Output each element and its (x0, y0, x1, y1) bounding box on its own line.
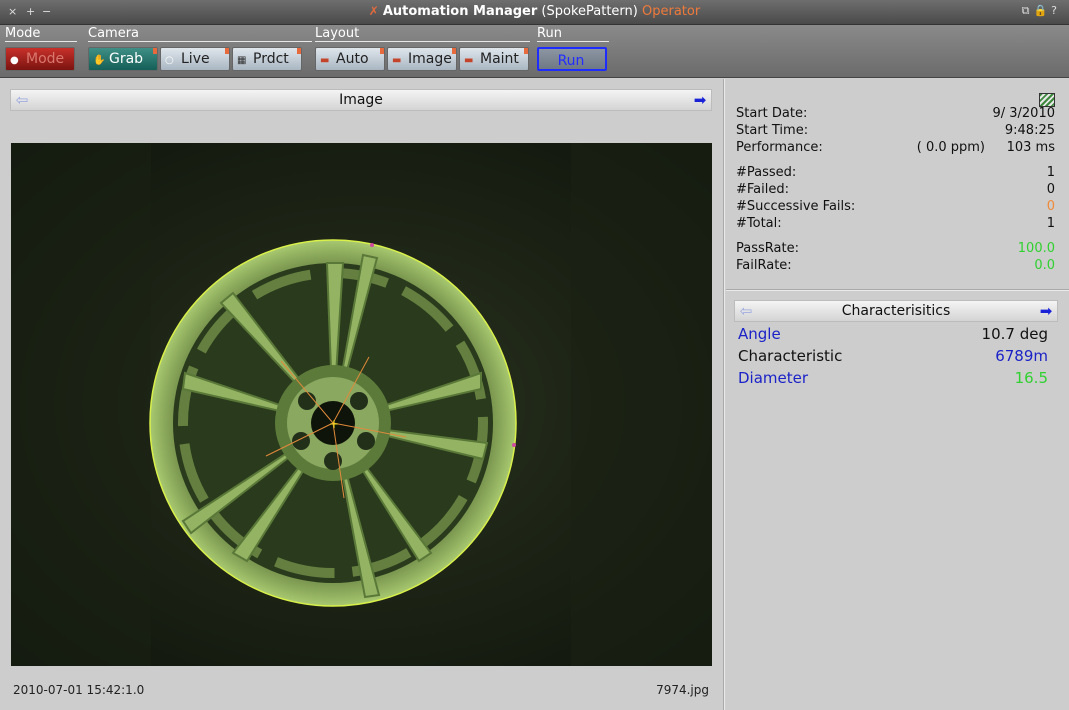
passed-label: #Passed: (736, 165, 797, 180)
start-date-value: 9/ 3/2010 (992, 106, 1055, 121)
arrow-left-icon[interactable]: ⇦ (737, 302, 755, 320)
window-title: ✗ Automation Manager (SpokePattern) Opera… (0, 4, 1069, 19)
performance-ppm: ( 0.0 ppm) (916, 140, 985, 155)
characteristic-row-characteristic[interactable]: Characteristic 6789m (738, 347, 1048, 367)
failrate-value: 0.0 (1034, 258, 1055, 273)
total-value: 1 (1046, 216, 1055, 231)
run-group-label: Run (537, 26, 609, 42)
wheel-image: + (11, 143, 712, 666)
center-marker: + (329, 417, 339, 431)
failrate-label: FailRate: (736, 258, 792, 273)
image-layout-button[interactable]: ▬ Image (387, 47, 457, 71)
camera-image[interactable]: + (11, 143, 712, 666)
successive-fails-value: 0 (1046, 199, 1055, 214)
layout-icon: ▬ (464, 55, 474, 66)
arrow-left-icon[interactable]: ⇦ (13, 91, 31, 109)
start-date-label: Start Date: (736, 106, 808, 121)
passrate-value: 100.0 (1017, 241, 1055, 256)
layout-group: Layout ▬ Auto ▬ Image ▬ Maint (310, 25, 530, 78)
record-icon: ● (10, 55, 19, 66)
maint-layout-button[interactable]: ▬ Maint (459, 47, 529, 71)
arrow-right-icon[interactable]: ➡ (691, 91, 709, 109)
vertical-splitter[interactable] (723, 79, 725, 710)
mode-group: Mode ● Mode (0, 25, 80, 78)
characteristic-value: 6789m (995, 347, 1048, 365)
title-bar: × + − ✗ Automation Manager (SpokePattern)… (0, 0, 1069, 25)
passed-value: 1 (1046, 165, 1055, 180)
diameter-label: Diameter (738, 369, 809, 387)
title-app-name: Automation Manager (382, 4, 538, 19)
live-button-label: Live (181, 51, 210, 67)
graph-icon[interactable] (1039, 93, 1055, 107)
passrate-row: PassRate: 100.0 (736, 241, 1055, 258)
auto-layout-button[interactable]: ▬ Auto (315, 47, 385, 71)
image-filename: 7974.jpg (656, 683, 709, 697)
characteristics-title: Characterisitics (841, 303, 951, 319)
run-button[interactable]: Run (537, 47, 607, 71)
image-panel: ⇦ Image ➡ + 2010-07-01 15:42:1.0 7974.jp… (0, 79, 723, 710)
characteristics-panel: ⇦ Characterisitics ➡ Angle 10.7 deg Char… (726, 291, 1069, 710)
live-button[interactable]: ○ Live (160, 47, 230, 71)
performance-ms: 103 ms (1006, 140, 1055, 155)
passrate-label: PassRate: (736, 241, 799, 256)
image-nav-bar: ⇦ Image ➡ (10, 89, 712, 111)
layout-icon: ▬ (320, 55, 330, 66)
image-button-label: Image (408, 51, 452, 67)
title-right-icons: ⧉🔒? (1022, 4, 1061, 18)
circle-icon: ○ (165, 55, 174, 66)
stats-panel: Start Date: 9/ 3/2010 Start Time: 9:48:2… (726, 79, 1069, 289)
failed-row: #Failed: 0 (736, 182, 1055, 199)
angle-value: 10.7 deg (981, 325, 1048, 343)
angle-label: Angle (738, 325, 781, 343)
start-time-value: 9:48:25 (1004, 123, 1055, 138)
layout-group-label: Layout (315, 26, 530, 42)
maint-button-label: Maint (480, 51, 519, 67)
app-logo-icon: ✗ (368, 4, 379, 18)
performance-row: Performance: ( 0.0 ppm) 103 ms (736, 140, 1055, 157)
image-timestamp: 2010-07-01 15:42:1.0 (13, 683, 145, 697)
auto-button-label: Auto (336, 51, 369, 67)
characteristic-label: Characteristic (738, 347, 843, 365)
characteristics-nav-bar: ⇦ Characterisitics ➡ (734, 300, 1058, 322)
arrow-right-icon[interactable]: ➡ (1037, 302, 1055, 320)
start-date-row: Start Date: 9/ 3/2010 (736, 106, 1055, 123)
failed-value: 0 (1046, 182, 1055, 197)
characteristic-row-diameter[interactable]: Diameter 16.5 (738, 369, 1048, 389)
passed-row: #Passed: 1 (736, 165, 1055, 182)
windows-icon[interactable]: ⧉ (1022, 4, 1034, 17)
mode-button[interactable]: ● Mode (5, 47, 75, 71)
help-icon[interactable]: ? (1051, 4, 1061, 17)
successive-fails-row: #Successive Fails: 0 (736, 199, 1055, 216)
successive-fails-label: #Successive Fails: (736, 199, 856, 214)
performance-label: Performance: (736, 140, 823, 155)
product-icon: ▦ (237, 55, 247, 66)
start-time-label: Start Time: (736, 123, 809, 138)
mode-button-label: Mode (26, 51, 65, 67)
run-button-label: Run (557, 53, 585, 69)
layout-icon: ▬ (392, 55, 402, 66)
camera-group-label: Camera (88, 26, 312, 42)
total-row: #Total: 1 (736, 216, 1055, 233)
diameter-value: 16.5 (1014, 369, 1048, 387)
hand-icon: ✋ (93, 55, 106, 66)
grab-button-label: Grab (109, 51, 144, 67)
title-project: (SpokePattern) (541, 4, 638, 19)
lock-icon[interactable]: 🔒 (1033, 4, 1051, 17)
title-role: Operator (642, 4, 701, 19)
failrate-row: FailRate: 0.0 (736, 258, 1055, 275)
image-panel-title: Image (339, 92, 383, 108)
start-time-row: Start Time: 9:48:25 (736, 123, 1055, 140)
product-button[interactable]: ▦ Prdct (232, 47, 302, 71)
total-label: #Total: (736, 216, 782, 231)
grab-button[interactable]: ✋ Grab (88, 47, 158, 71)
camera-group: Camera ✋ Grab ○ Live ▦ Prdct (83, 25, 313, 78)
run-group: Run Run (532, 25, 612, 78)
product-button-label: Prdct (253, 51, 289, 67)
mode-group-label: Mode (5, 26, 77, 42)
failed-label: #Failed: (736, 182, 789, 197)
characteristic-row-angle[interactable]: Angle 10.7 deg (738, 325, 1048, 345)
toolbar: Mode ● Mode Camera ✋ Grab ○ Live ▦ Prdct Lay… (0, 25, 1069, 78)
